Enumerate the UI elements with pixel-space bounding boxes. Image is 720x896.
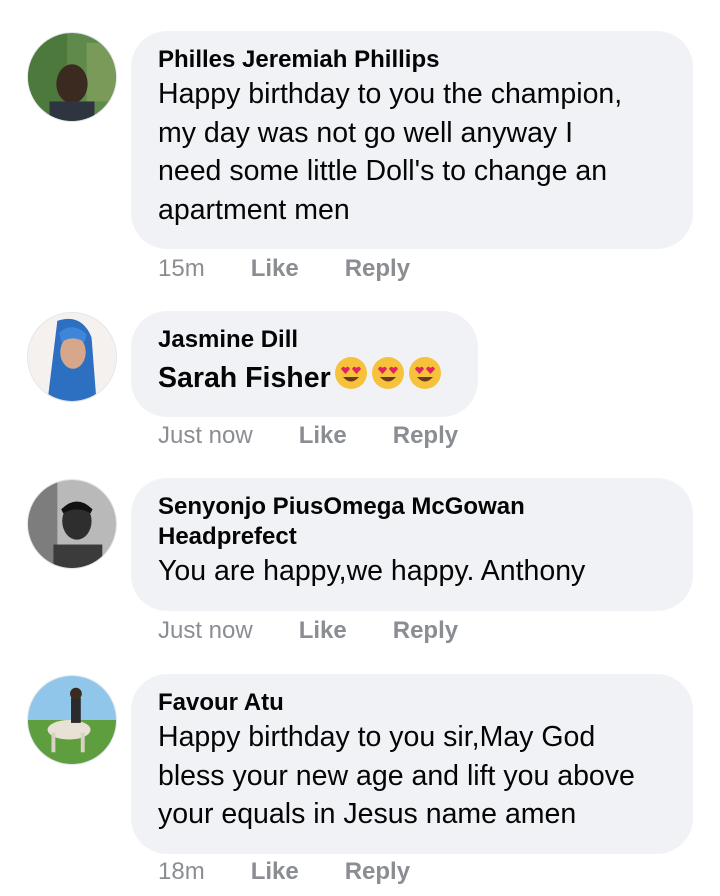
reply-button[interactable]: Reply xyxy=(393,422,458,450)
avatar[interactable] xyxy=(27,675,117,765)
comment-bubble: Senyonjo PiusOmega McGowan Headprefect Y… xyxy=(131,478,693,611)
comment-author[interactable]: Jasmine Dill xyxy=(158,325,450,355)
comment-actions: Just now Like Reply xyxy=(158,421,458,451)
heart-eyes-emoji-icon xyxy=(334,357,367,389)
comment-timestamp[interactable]: 18m xyxy=(158,858,205,886)
comment-actions: 18m Like Reply xyxy=(158,857,410,887)
reply-button[interactable]: Reply xyxy=(345,255,410,283)
profile-photo-icon xyxy=(28,676,116,764)
avatar[interactable] xyxy=(27,32,117,122)
profile-photo-icon xyxy=(28,313,116,401)
reply-button[interactable]: Reply xyxy=(345,858,410,886)
heart-eyes-emoji-icon xyxy=(408,357,441,389)
comment-timestamp[interactable]: Just now xyxy=(158,422,253,450)
like-button[interactable]: Like xyxy=(299,617,347,645)
comment-text: Happy birthday to you sir,May God bless … xyxy=(158,721,635,830)
like-button[interactable]: Like xyxy=(299,422,347,450)
comment-text: Happy birthday to you the champion, my d… xyxy=(158,78,623,226)
profile-photo-icon xyxy=(28,33,116,121)
heart-eyes-emoji-icon xyxy=(371,357,404,389)
comment-text: Sarah Fisher xyxy=(158,355,450,398)
comment-text: You are happy,we happy. Anthony xyxy=(158,555,586,587)
like-button[interactable]: Like xyxy=(251,858,299,886)
like-button[interactable]: Like xyxy=(251,255,299,283)
reply-button[interactable]: Reply xyxy=(393,617,458,645)
avatar[interactable] xyxy=(27,479,117,569)
truncated-reply-link xyxy=(395,0,419,2)
comment-author[interactable]: Philles Jeremiah Phillips xyxy=(158,45,665,75)
comment-bubble: Jasmine Dill Sarah Fisher xyxy=(131,311,478,417)
comment-actions: Just now Like Reply xyxy=(158,616,458,646)
comment-timestamp[interactable]: Just now xyxy=(158,617,253,645)
mentioned-name[interactable]: Sarah Fisher xyxy=(158,362,331,394)
comment-timestamp[interactable]: 15m xyxy=(158,255,205,283)
comment-author[interactable]: Favour Atu xyxy=(158,688,665,718)
avatar[interactable] xyxy=(27,312,117,402)
emoji-group xyxy=(333,355,444,391)
profile-photo-icon xyxy=(28,480,116,568)
comment-bubble: Favour Atu Happy birthday to you sir,May… xyxy=(131,674,693,854)
comment-actions: 15m Like Reply xyxy=(158,254,410,284)
comment-author[interactable]: Senyonjo PiusOmega McGowan Headprefect xyxy=(158,492,665,552)
comment-bubble: Philles Jeremiah Phillips Happy birthday… xyxy=(131,31,693,249)
